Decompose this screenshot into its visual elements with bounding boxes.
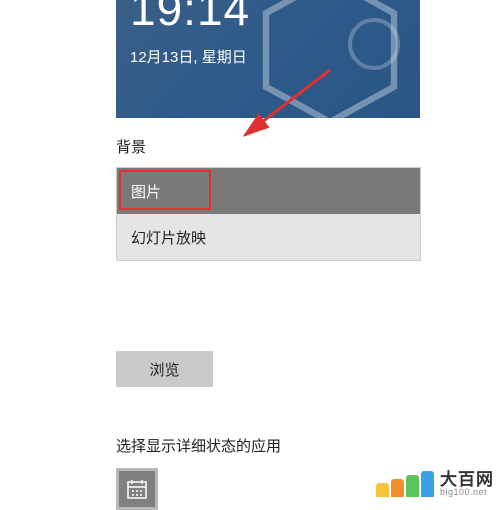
background-label: 背景 <box>116 136 420 157</box>
detailed-status-label: 选择显示详细状态的应用 <box>116 435 420 456</box>
preview-date: 12月13日, 星期日 <box>130 46 247 67</box>
preview-deco-circle <box>348 18 400 70</box>
dropdown-option-slideshow[interactable]: 幻灯片放映 <box>117 214 420 260</box>
browse-button[interactable]: 浏览 <box>116 351 213 387</box>
background-dropdown[interactable]: 图片 幻灯片放映 <box>116 167 421 261</box>
watermark-cn: 大百网 <box>440 471 494 488</box>
watermark: 大百网 big100.net <box>376 471 494 497</box>
detailed-status-app-tile[interactable] <box>116 468 158 510</box>
logo-bar <box>406 475 419 497</box>
logo-bar <box>376 483 389 497</box>
logo-bar <box>421 471 434 497</box>
calendar-icon <box>125 477 149 501</box>
lock-screen-preview: 19:14 12月13日, 星期日 <box>116 0 420 118</box>
watermark-logo <box>376 471 434 497</box>
watermark-text: 大百网 big100.net <box>440 471 494 497</box>
option-label: 图片 <box>131 181 161 202</box>
dropdown-option-picture[interactable]: 图片 <box>117 168 420 214</box>
logo-bar <box>391 479 404 497</box>
preview-time: 19:14 <box>130 0 250 36</box>
watermark-en: big100.net <box>440 488 494 497</box>
option-label: 幻灯片放映 <box>131 227 206 248</box>
